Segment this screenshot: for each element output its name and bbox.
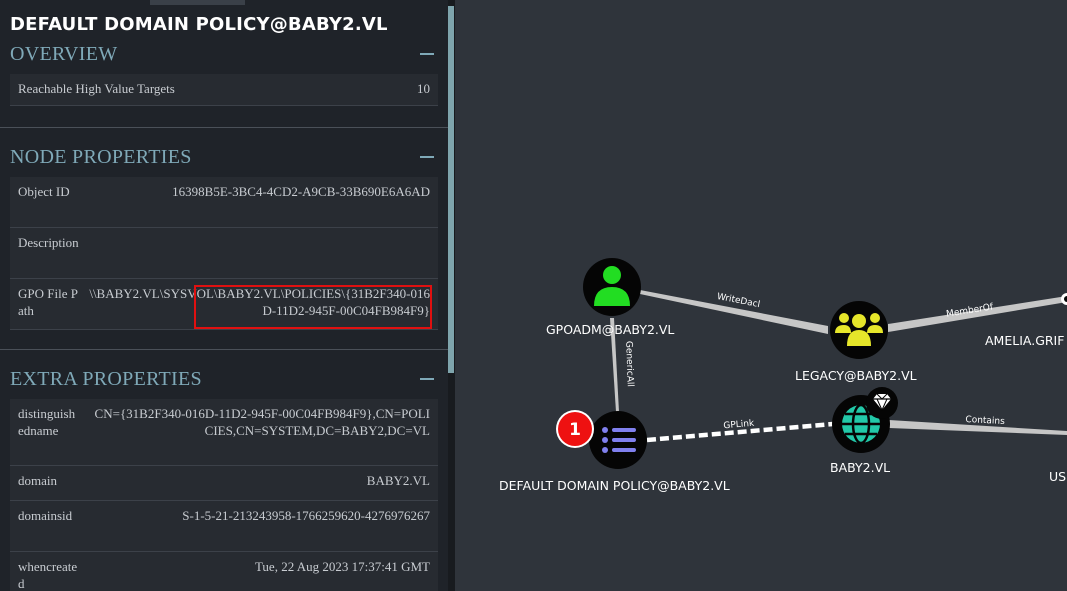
node-title: DEFAULT DOMAIN POLICY@BABY2.VL — [10, 14, 388, 35]
property-value: BABY2.VL — [366, 473, 430, 488]
section-divider — [0, 349, 448, 350]
property-value: 16398B5E-3BC4-4CD2-A9CB-33B690E6A6AD — [172, 184, 430, 199]
node-label-default-domain-policy: DEFAULT DOMAIN POLICY@BABY2.VL — [499, 478, 730, 493]
property-key: whencreated — [18, 559, 78, 591]
property-key: distinguishedname — [18, 406, 76, 438]
overview-heading[interactable]: OVERVIEW — [10, 43, 117, 66]
overview-collapse-button[interactable] — [420, 53, 434, 55]
gpo-path-highlight-box — [194, 285, 432, 329]
panel-tab[interactable] — [150, 0, 245, 5]
property-value: CN={31B2F340-016D-11D2-945F-00C04FB984F9… — [94, 406, 430, 438]
node-label-baby2: BABY2.VL — [830, 460, 891, 475]
overview-value: 10 — [417, 81, 430, 96]
node-legacy[interactable] — [830, 301, 888, 359]
node-info-panel: DEFAULT DOMAIN POLICY@BABY2.VL OVERVIEW … — [0, 0, 448, 591]
edge-label-contains: Contains — [965, 415, 1005, 427]
overview-row-reachable[interactable]: Reachable High Value Targets 10 — [10, 74, 438, 106]
node-gpoadm[interactable] — [583, 258, 641, 316]
property-key: Description — [18, 235, 79, 250]
panel-scrollbar[interactable] — [448, 6, 454, 373]
edge-label-genericall: GenericAll — [623, 341, 635, 387]
graph-canvas[interactable]: WriteDacl MemberOf GenericAll GPLink Con… — [455, 0, 1067, 591]
property-key: domain — [18, 473, 57, 488]
node-label-legacy: LEGACY@BABY2.VL — [795, 368, 917, 383]
overview-key: Reachable High Value Targets — [18, 81, 175, 96]
node-count-badge: 1 — [556, 410, 594, 448]
node-label-gpoadm: GPOADM@BABY2.VL — [546, 322, 675, 337]
extra-properties-heading[interactable]: EXTRA PROPERTIES — [10, 368, 202, 391]
node-baby2-domain[interactable] — [832, 387, 898, 453]
badge-count: 1 — [569, 420, 581, 440]
node-default-domain-policy[interactable]: 1 — [556, 410, 647, 469]
node-properties-collapse-button[interactable] — [420, 156, 434, 158]
node-label-users: US — [1049, 469, 1067, 484]
property-row-distinguishedname: distinguishedname CN={31B2F340-016D-11D2… — [10, 399, 438, 466]
node-amelia[interactable] — [1061, 293, 1067, 305]
graph-svg: WriteDacl MemberOf GenericAll GPLink Con… — [556, 258, 1067, 469]
property-row-domain: domain BABY2.VL — [10, 466, 438, 501]
node-label-amelia: AMELIA.GRIF — [985, 333, 1065, 348]
property-key: Object ID — [18, 184, 70, 199]
property-row-domainsid: domainsid S-1-5-21-213243958-1766259620-… — [10, 501, 438, 552]
node-properties-heading[interactable]: NODE PROPERTIES — [10, 146, 192, 169]
property-row-object-id: Object ID 16398B5E-3BC4-4CD2-A9CB-33B690… — [10, 177, 438, 228]
property-value: Tue, 22 Aug 2023 17:37:41 GMT — [254, 559, 430, 574]
property-row-whencreated: whencreated Tue, 22 Aug 2023 17:37:41 GM… — [10, 552, 438, 591]
section-divider — [0, 127, 448, 128]
property-key: GPO File Path — [18, 286, 78, 318]
extra-properties-collapse-button[interactable] — [420, 378, 434, 380]
property-value: S-1-5-21-213243958-1766259620-4276976267 — [182, 508, 430, 523]
property-key: domainsid — [18, 508, 73, 523]
property-row-description: Description — [10, 228, 438, 279]
gpo-list-icon — [602, 427, 636, 453]
high-value-diamond-icon — [866, 387, 898, 419]
